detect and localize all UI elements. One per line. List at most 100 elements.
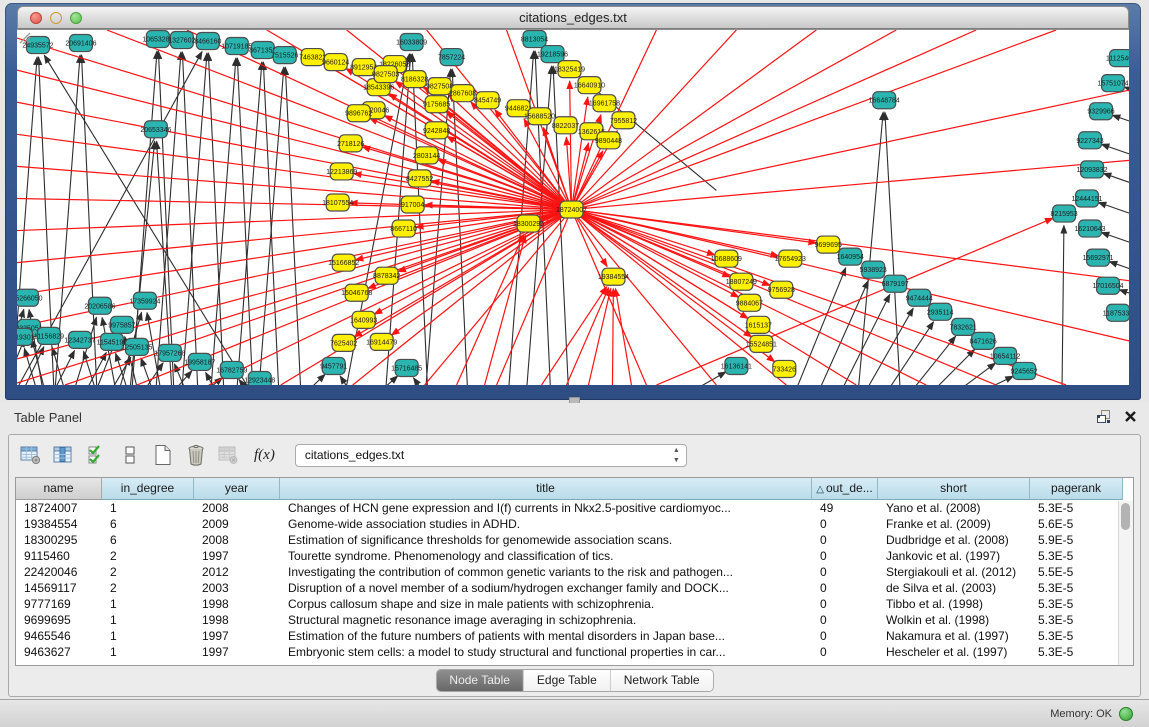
table-row[interactable]: 977716911998Corpus callosum shape and si… xyxy=(16,596,1133,612)
tab-network-table[interactable]: Network Table xyxy=(611,670,713,691)
column-header-pagerank[interactable]: pagerank xyxy=(1030,478,1123,500)
cell-name: 22420046 xyxy=(16,564,102,580)
column-header-year[interactable]: year xyxy=(194,478,280,500)
table-row[interactable]: 946554611997Estimation of the future num… xyxy=(16,628,1133,644)
cell-name: 9463627 xyxy=(16,644,102,660)
node-table: namein_degreeyeartitle△out_de...shortpag… xyxy=(15,477,1134,666)
cell-name: 9699695 xyxy=(16,612,102,628)
cell-title: Corpus callosum shape and size in male p… xyxy=(280,596,812,612)
cell-out_de: 0 xyxy=(812,564,878,580)
cell-in_degree: 2 xyxy=(102,564,194,580)
cell-in_degree: 1 xyxy=(102,644,194,660)
cell-out_de: 0 xyxy=(812,580,878,596)
create-new-table-icon[interactable] xyxy=(149,442,176,469)
column-header-title[interactable]: title xyxy=(280,478,812,500)
column-header-out_de[interactable]: △out_de... xyxy=(812,478,878,500)
cell-name: 9465546 xyxy=(16,628,102,644)
cell-pagerank: 5.3E-5 xyxy=(1030,596,1123,612)
cell-pagerank: 5.5E-5 xyxy=(1030,564,1123,580)
cell-short: Tibbo et al. (1998) xyxy=(878,596,1030,612)
table-row[interactable]: 911546021997Tourette syndrome. Phenomeno… xyxy=(16,548,1133,564)
cell-out_de: 0 xyxy=(812,532,878,548)
table-row[interactable]: 1872400712008Changes of HCN gene express… xyxy=(16,500,1133,516)
cell-title: Disruption of a novel member of a sodium… xyxy=(280,580,812,596)
float-panel-icon[interactable] xyxy=(1096,409,1112,424)
cell-short: de Silva et al. (2003) xyxy=(878,580,1030,596)
cell-year: 2009 xyxy=(194,516,280,532)
cell-pagerank: 5.3E-5 xyxy=(1030,628,1123,644)
cell-title: Tourette syndrome. Phenomenology and cla… xyxy=(280,548,812,564)
table-type-tabs: Node TableEdge TableNetwork Table xyxy=(435,669,713,692)
close-panel-icon[interactable] xyxy=(1124,410,1137,423)
cell-pagerank: 5.3E-5 xyxy=(1030,580,1123,596)
network-canvas[interactable]: 2493557220691406106532871327602846616010… xyxy=(17,29,1129,385)
cell-out_de: 49 xyxy=(812,500,878,516)
cell-year: 2012 xyxy=(194,564,280,580)
delete-table-disabled-icon[interactable] xyxy=(215,442,242,469)
network-view-frame: citations_edges.txt 24935572206914061065… xyxy=(5,3,1141,400)
table-row[interactable]: 946362711997Embryonic stem cells: a mode… xyxy=(16,644,1133,660)
resize-grip-icon[interactable] xyxy=(17,30,1129,385)
cell-in_degree: 6 xyxy=(102,516,194,532)
combo-stepper-icon: ▲▼ xyxy=(673,446,680,466)
tab-edge-table[interactable]: Edge Table xyxy=(524,670,611,691)
scrollbar-thumb[interactable] xyxy=(1121,503,1130,530)
cell-out_de: 0 xyxy=(812,612,878,628)
sort-ascending-icon: △ xyxy=(816,484,824,495)
cell-year: 2003 xyxy=(194,580,280,596)
row-height-icon[interactable] xyxy=(116,442,143,469)
cell-title: Genome-wide association studies in ADHD. xyxy=(280,516,812,532)
table-body: 1872400712008Changes of HCN gene express… xyxy=(16,500,1133,660)
column-header-name[interactable]: name xyxy=(16,478,102,500)
cell-pagerank: 5.3E-5 xyxy=(1030,612,1123,628)
table-panel-title: Table Panel xyxy=(14,410,82,425)
table-source-value: citations_edges.txt xyxy=(305,448,404,462)
cell-short: Wolkin et al. (1998) xyxy=(878,612,1030,628)
cell-year: 1997 xyxy=(194,644,280,660)
cell-short: Stergiakouli et al. (2012) xyxy=(878,564,1030,580)
column-header-in_degree[interactable]: in_degree xyxy=(102,478,194,500)
table-row[interactable]: 1456911722003Disruption of a novel membe… xyxy=(16,580,1133,596)
cell-short: Franke et al. (2009) xyxy=(878,516,1030,532)
tab-node-table[interactable]: Node Table xyxy=(436,670,524,691)
network-window-titlebar[interactable]: citations_edges.txt xyxy=(17,6,1129,29)
cell-out_de: 0 xyxy=(812,628,878,644)
cell-year: 1998 xyxy=(194,612,280,628)
cell-year: 1998 xyxy=(194,596,280,612)
cell-year: 1997 xyxy=(194,628,280,644)
status-bar: Memory: OK xyxy=(0,699,1149,727)
cell-in_degree: 2 xyxy=(102,580,194,596)
application-window: citations_edges.txt 24935572206914061065… xyxy=(0,0,1149,727)
delete-column-icon[interactable] xyxy=(182,442,209,469)
table-row[interactable]: 1830029562008Estimation of significance … xyxy=(16,532,1133,548)
memory-status-label: Memory: OK xyxy=(1050,708,1112,720)
table-source-select[interactable]: citations_edges.txt ▲▼ xyxy=(295,444,687,467)
memory-status-indicator[interactable] xyxy=(1119,707,1133,721)
vertical-scrollbar[interactable] xyxy=(1118,501,1133,665)
cell-year: 1997 xyxy=(194,548,280,564)
cell-title: Estimation of the future numbers of pati… xyxy=(280,628,812,644)
table-panel-header: Table Panel xyxy=(0,403,1149,433)
network-window-title: citations_edges.txt xyxy=(18,10,1128,25)
cell-name: 9115460 xyxy=(16,548,102,564)
cell-pagerank: 5.3E-5 xyxy=(1030,644,1123,660)
cell-title: Changes of HCN gene expression and I(f) … xyxy=(280,500,812,516)
cell-in_degree: 1 xyxy=(102,596,194,612)
cell-name: 9777169 xyxy=(16,596,102,612)
table-header: namein_degreeyeartitle△out_de...shortpag… xyxy=(16,478,1133,500)
table-row[interactable]: 969969511998Structural magnetic resonanc… xyxy=(16,612,1133,628)
cell-out_de: 0 xyxy=(812,644,878,660)
table-row[interactable]: 2242004622012Investigating the contribut… xyxy=(16,564,1133,580)
cell-year: 2008 xyxy=(194,532,280,548)
select-all-rows-icon[interactable] xyxy=(83,442,110,469)
function-builder-icon[interactable]: f(x) xyxy=(254,447,275,464)
cell-pagerank: 5.3E-5 xyxy=(1030,548,1123,564)
select-columns-icon[interactable] xyxy=(50,442,77,469)
table-options-icon[interactable] xyxy=(17,442,44,469)
table-panel-body: f(x) citations_edges.txt ▲▼ namein_degre… xyxy=(8,434,1141,697)
table-row[interactable]: 1938455462009Genome-wide association stu… xyxy=(16,516,1133,532)
cell-title: Structural magnetic resonance image aver… xyxy=(280,612,812,628)
cell-out_de: 0 xyxy=(812,516,878,532)
column-header-short[interactable]: short xyxy=(878,478,1030,500)
table-toolbar: f(x) citations_edges.txt ▲▼ xyxy=(17,440,687,470)
